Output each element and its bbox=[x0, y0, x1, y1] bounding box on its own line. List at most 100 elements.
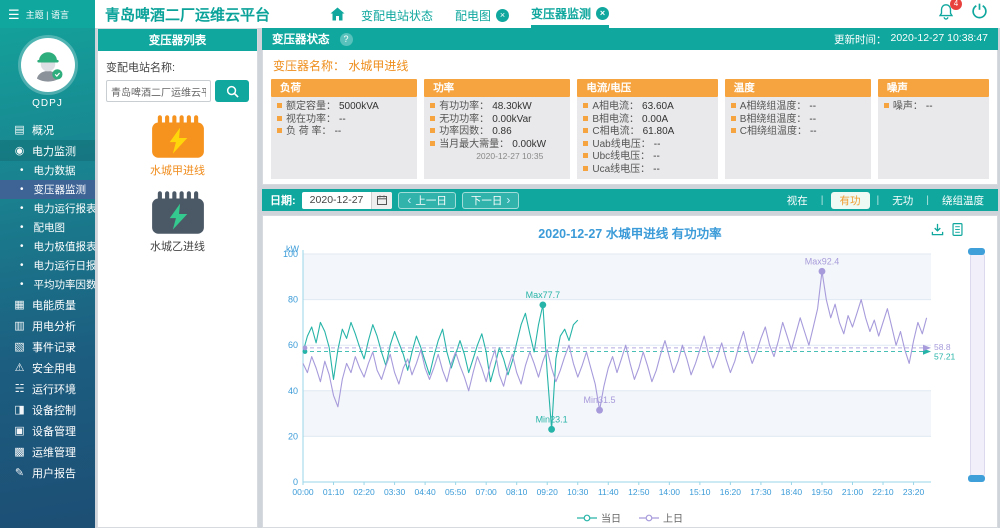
theme-language-menu[interactable]: ☰ 主题 | 语言 bbox=[0, 0, 95, 28]
notifications-bell[interactable]: 4 bbox=[937, 3, 955, 26]
sidebar-item-label: 用电分析 bbox=[32, 318, 76, 334]
tab[interactable]: 配电图× bbox=[455, 0, 509, 28]
sidebar-item[interactable]: ⚠安全用电 bbox=[0, 357, 95, 378]
zoom-handle-top[interactable] bbox=[968, 248, 985, 255]
sidebar-item[interactable]: 电力极值报表 bbox=[0, 237, 95, 256]
bullet-icon bbox=[277, 128, 282, 133]
tab-bar-tabs: 变配电站状态配电图× 变压器监测× bbox=[361, 0, 631, 28]
stat-value: -- bbox=[926, 101, 933, 112]
stat-label: Ubc线电压： bbox=[592, 151, 650, 162]
sidebar-item[interactable]: 电力运行日报 bbox=[0, 256, 95, 275]
stat-value: 5000kVA bbox=[339, 101, 379, 112]
stat-value: -- bbox=[809, 114, 816, 125]
stat-card-title: 负荷 bbox=[271, 79, 417, 97]
svg-text:80: 80 bbox=[288, 295, 298, 305]
sidebar-item[interactable]: ▣设备管理 bbox=[0, 420, 95, 441]
tab[interactable]: 变压器监测× bbox=[531, 0, 609, 28]
filter-3[interactable]: 绕组温度 bbox=[936, 192, 990, 209]
sidebar-item-label: 运维管理 bbox=[32, 444, 76, 460]
stat-value: -- bbox=[339, 114, 346, 125]
svg-text:18:40: 18:40 bbox=[781, 487, 803, 497]
power-logout-icon[interactable] bbox=[971, 3, 988, 25]
svg-text:Max92.4: Max92.4 bbox=[805, 256, 840, 266]
sidebar-item[interactable]: ▥ 用电分析 bbox=[0, 315, 95, 336]
transformer-item[interactable]: 水城乙进线 bbox=[106, 190, 249, 254]
sidebar-item-label: 用户报告 bbox=[32, 465, 76, 481]
usage-analysis-icon: ▥ bbox=[13, 319, 26, 332]
sidebar-item[interactable]: 配电图 bbox=[0, 218, 95, 237]
prev-day-button[interactable]: ‹上一日 bbox=[398, 192, 456, 209]
search-button[interactable] bbox=[215, 80, 249, 102]
stat-label: 噪声： bbox=[893, 101, 923, 112]
date-picker[interactable]: 2020-12-27 bbox=[302, 192, 393, 209]
stat-label: 当月最大需量： bbox=[439, 139, 509, 150]
stat-label: 负 荷 率： bbox=[286, 126, 332, 137]
calendar-icon[interactable] bbox=[371, 192, 392, 209]
stat-label: 无功功率： bbox=[439, 114, 489, 125]
next-day-button[interactable]: 下一日› bbox=[462, 192, 520, 209]
legend-item[interactable]: 当日 bbox=[577, 510, 621, 525]
tab-close-icon[interactable]: × bbox=[596, 7, 609, 20]
home-icon[interactable] bbox=[330, 7, 345, 21]
stat-row: 当月最大需量：0.00kW bbox=[430, 139, 564, 152]
transformer-item[interactable]: 水城甲进线 bbox=[106, 114, 249, 178]
data-view-icon[interactable] bbox=[952, 223, 963, 236]
stat-row: 有功功率：48.30kW bbox=[430, 101, 564, 114]
sidebar: QDPJ ▤概况◉电力监测电力数据变压器监测电力运行报表配电图电力极值报表电力运… bbox=[0, 28, 95, 528]
stat-label: C相绕组温度： bbox=[740, 126, 807, 137]
sidebar-item[interactable]: ▦电能质量 bbox=[0, 294, 95, 315]
sidebar-item-label: 电力监测 bbox=[32, 143, 76, 159]
stat-card-body: A相电流：63.60AB相电流：0.00AC相电流：61.80AUab线电压：-… bbox=[577, 97, 717, 179]
status-header: 变压器状态 ? 更新时间： 2020-12-27 10:38:47 bbox=[262, 28, 998, 50]
stat-value: 0.00kVar bbox=[492, 114, 531, 125]
stat-row: 额定容量：5000kVA bbox=[277, 101, 411, 114]
sidebar-item[interactable]: ▤概况 bbox=[0, 119, 95, 140]
stat-value: 0.00A bbox=[642, 114, 668, 125]
download-image-icon[interactable] bbox=[931, 223, 944, 236]
sidebar-item[interactable]: ✎用户报告 bbox=[0, 462, 95, 483]
stat-card: 电流/电压A相电流：63.60AB相电流：0.00AC相电流：61.80AUab… bbox=[577, 79, 717, 179]
sidebar-item[interactable]: ☵运行环境 bbox=[0, 378, 95, 399]
hamburger-icon[interactable]: ☰ bbox=[8, 8, 20, 21]
svg-text:Min23.1: Min23.1 bbox=[536, 414, 568, 424]
stat-value: -- bbox=[653, 151, 660, 162]
svg-text:04:40: 04:40 bbox=[414, 487, 436, 497]
filter-2[interactable]: 无功 bbox=[886, 192, 919, 209]
notification-badge: 4 bbox=[950, 0, 962, 10]
stat-row: Uca线电压：-- bbox=[583, 164, 711, 177]
user-profile[interactable]: QDPJ bbox=[0, 28, 95, 109]
environment-icon: ☵ bbox=[13, 382, 26, 395]
bullet-icon bbox=[583, 116, 588, 121]
tab[interactable]: 变配电站状态 bbox=[361, 0, 433, 28]
sidebar-item[interactable]: 变压器监测 bbox=[0, 180, 95, 199]
sidebar-item[interactable]: ◨设备控制 bbox=[0, 399, 95, 420]
station-search-input[interactable] bbox=[106, 80, 211, 102]
tab-close-icon[interactable]: × bbox=[496, 9, 509, 22]
sidebar-item[interactable]: 电力数据 bbox=[0, 161, 95, 180]
chart-zoom-slider[interactable] bbox=[970, 250, 985, 480]
sidebar-item[interactable]: 电力运行报表 bbox=[0, 199, 95, 218]
chevron-left-icon: ‹ bbox=[407, 194, 411, 206]
stat-card: 噪声噪声：-- bbox=[878, 79, 989, 179]
sidebar-item[interactable]: ◉电力监测 bbox=[0, 140, 95, 161]
sidebar-item[interactable]: ▩运维管理 bbox=[0, 441, 95, 462]
series-filters: 视在|有功|无功|绕组温度 bbox=[781, 192, 990, 209]
bullet-icon bbox=[430, 103, 435, 108]
sidebar-item[interactable]: 平均功率因数 bbox=[0, 275, 95, 294]
legend-item[interactable]: 上日 bbox=[639, 510, 683, 525]
sidebar-item-label: 配电图 bbox=[34, 220, 66, 235]
stat-row: 噪声：-- bbox=[884, 101, 983, 114]
sidebar-item[interactable]: ▧事件记录 bbox=[0, 336, 95, 357]
transformer-items: 水城甲进线水城乙进线 bbox=[106, 114, 249, 254]
svg-text:10:30: 10:30 bbox=[567, 487, 589, 497]
svg-text:05:50: 05:50 bbox=[445, 487, 467, 497]
help-icon[interactable]: ? bbox=[340, 33, 353, 46]
bullet-icon bbox=[731, 128, 736, 133]
filter-1[interactable]: 有功 bbox=[831, 192, 870, 209]
filter-0[interactable]: 视在 bbox=[781, 192, 814, 209]
stat-label: Uca线电压： bbox=[592, 164, 650, 175]
svg-text:17:30: 17:30 bbox=[750, 487, 772, 497]
svg-text:Max77.7: Max77.7 bbox=[526, 290, 561, 300]
zoom-handle-bottom[interactable] bbox=[968, 475, 985, 482]
sidebar-item-label: 事件记录 bbox=[32, 339, 76, 355]
